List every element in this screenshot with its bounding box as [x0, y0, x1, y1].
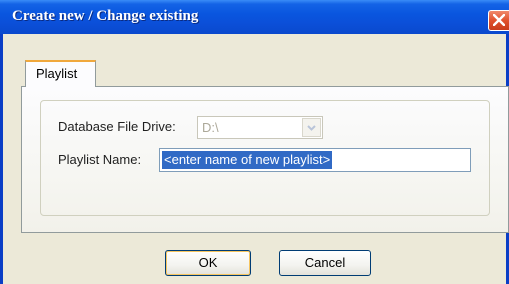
drive-select[interactable]: D:\: [197, 116, 323, 139]
playlist-name-label: Playlist Name:: [58, 152, 142, 167]
chevron-down-icon[interactable]: [302, 118, 321, 137]
cancel-button[interactable]: Cancel: [279, 250, 371, 276]
playlist-name-input[interactable]: <enter name of new playlist>: [159, 148, 471, 172]
tab-playlist[interactable]: Playlist: [25, 60, 96, 87]
window-title: Create new / Change existing: [12, 8, 199, 24]
drive-label: Database File Drive:: [58, 119, 176, 134]
drive-value: D:\: [202, 120, 219, 135]
title-bar[interactable]: Create new / Change existing: [0, 0, 509, 34]
close-button[interactable]: [488, 10, 509, 31]
tab-playlist-label: Playlist: [36, 66, 78, 81]
playlist-name-value: <enter name of new playlist>: [162, 151, 333, 169]
ok-button[interactable]: OK: [165, 250, 251, 276]
